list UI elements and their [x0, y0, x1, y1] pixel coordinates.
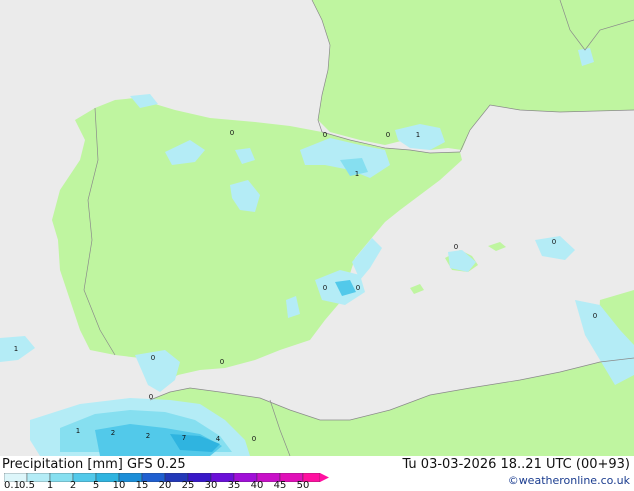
map-value-label: 0 — [220, 358, 224, 366]
scale-tick-label: 20 — [158, 480, 172, 491]
map-value-label: 1 — [76, 427, 80, 435]
map-value-label: 0 — [151, 354, 155, 362]
map-value-label: 0 — [149, 393, 153, 401]
scale-tick-label: 15 — [135, 480, 149, 491]
map-value-label: 1 — [14, 345, 18, 353]
scale-arrow — [320, 473, 329, 482]
map-value-label: 4 — [216, 435, 221, 443]
map-value-label: 2 — [111, 429, 115, 437]
map-value-label: 1 — [355, 170, 359, 178]
map-value-label: 0 — [323, 131, 327, 139]
map-value-label: 0 — [356, 284, 360, 292]
scale-tick-label: 0.1 — [4, 480, 20, 491]
scale-tick-label: 45 — [273, 480, 287, 491]
scale-tick-label: 1 — [46, 480, 54, 491]
map-value-label: 0 — [593, 312, 597, 320]
credit-link[interactable]: ©weatheronline.co.uk — [508, 474, 630, 487]
map-title: Precipitation [mm] GFS 0.25 — [2, 457, 186, 472]
map-value-label: 0 — [552, 238, 556, 246]
scale-tick-label: 35 — [227, 480, 241, 491]
scale-tick-label: 25 — [181, 480, 195, 491]
scale-tick-label: 5 — [92, 480, 100, 491]
forecast-datetime: Tu 03-03-2026 18..21 UTC (00+93) — [402, 457, 630, 472]
scale-tick-label: 30 — [204, 480, 218, 491]
map-footer: Precipitation [mm] GFS 0.25 Tu 03-03-202… — [0, 456, 634, 491]
map-value-label: 0 — [454, 243, 458, 251]
map-value-label: 0 — [230, 129, 234, 137]
map-value-label: 7 — [182, 434, 186, 442]
map-value-label: 1 — [416, 131, 420, 139]
scale-tick-label: 10 — [112, 480, 126, 491]
scale-tick-label: 50 — [296, 480, 310, 491]
scale-tick-label: 2 — [69, 480, 77, 491]
map-value-label: 0 — [323, 284, 327, 292]
precipitation-map: 0 0 0 1 1 0 0 0 0 0 1 0 0 0 1 2 2 7 4 0 — [0, 0, 634, 456]
map-value-label: 0 — [386, 131, 390, 139]
scale-tick-label: 0.5 — [19, 480, 35, 491]
map-value-label: 0 — [252, 435, 256, 443]
scale-tick-label: 40 — [250, 480, 264, 491]
map-value-label: 2 — [146, 432, 150, 440]
